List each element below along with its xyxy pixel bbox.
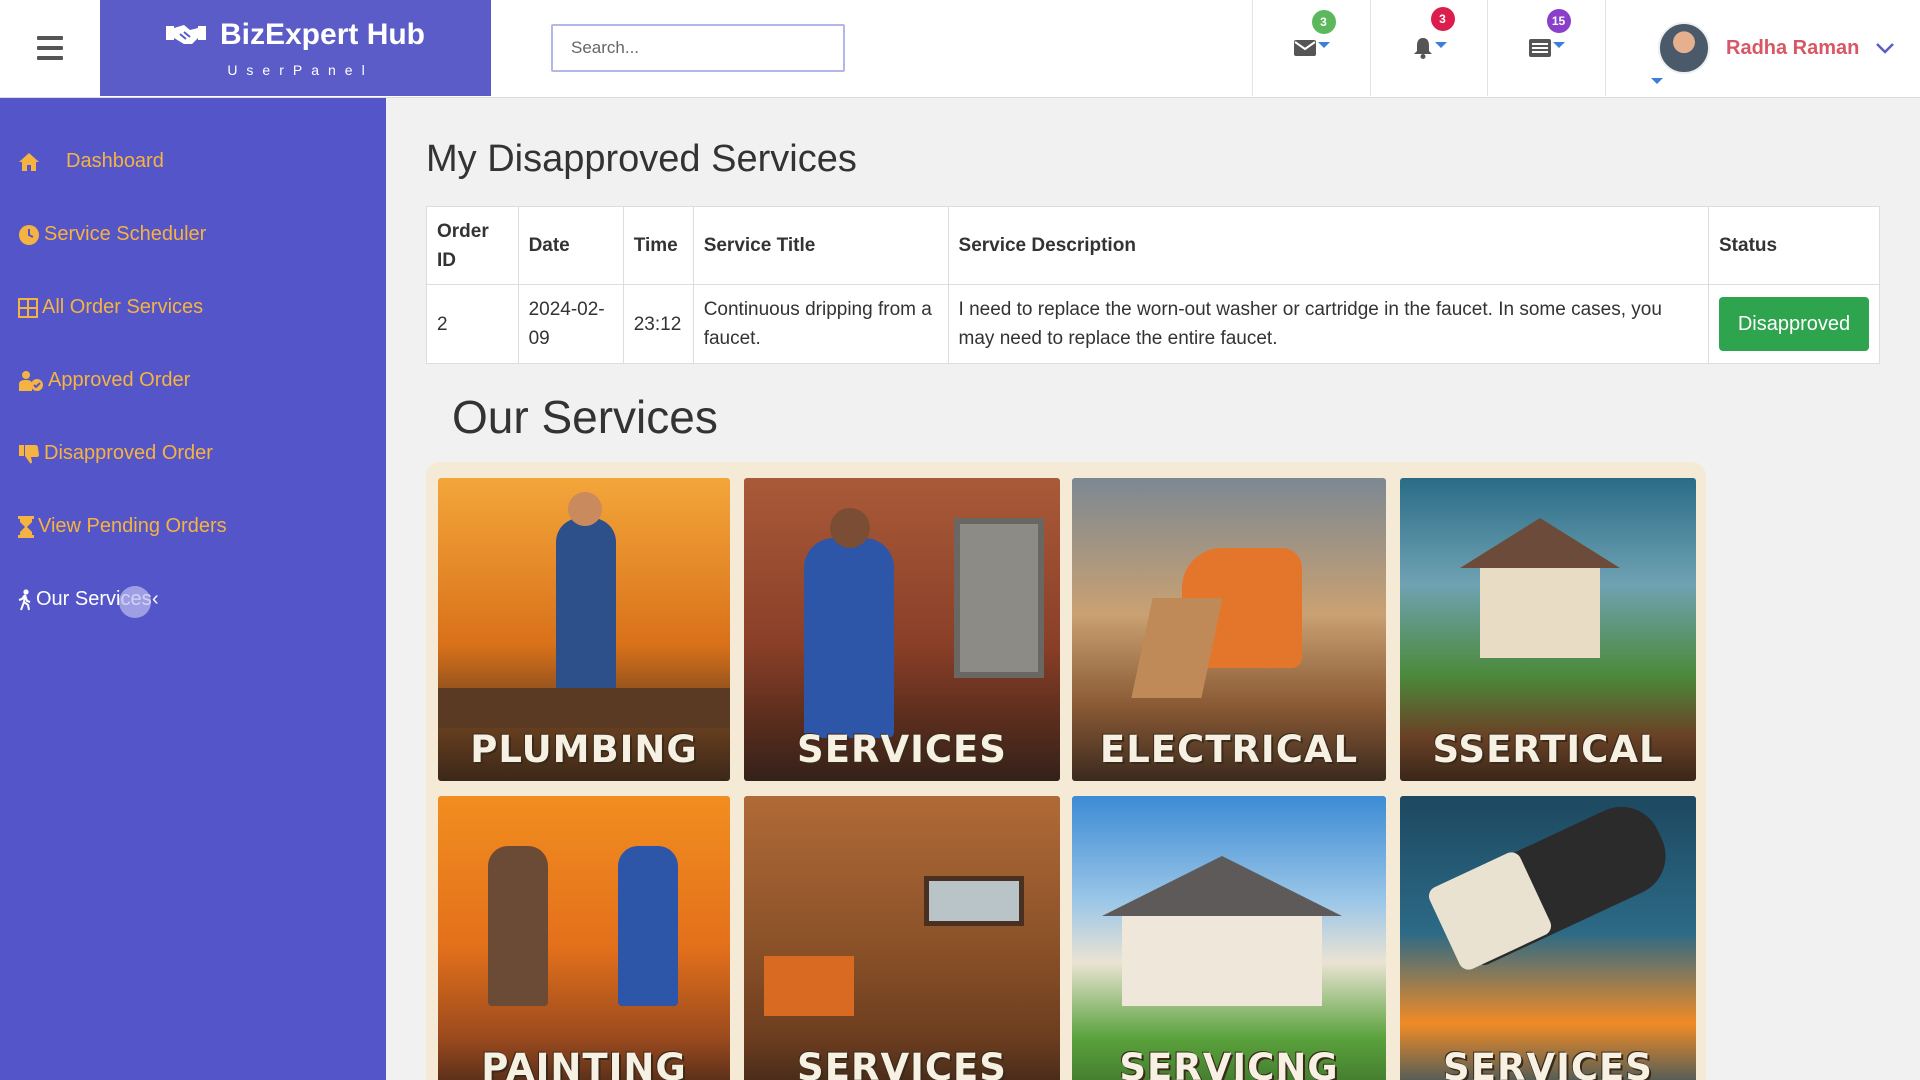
table-header-row: Order ID Date Time Service Title Service… [426, 206, 1880, 285]
service-tile-painting: PAINTING [438, 796, 730, 1080]
clock-icon [18, 224, 40, 246]
tile-label: SSERTICAL [1432, 728, 1664, 771]
search-input[interactable] [551, 24, 845, 72]
status-badge[interactable]: Disapproved [1719, 297, 1869, 351]
tile-label: SERVICES [797, 728, 1007, 771]
table-icon [18, 297, 38, 318]
hamburger-icon [37, 33, 63, 63]
sidebar-item-label: Disapproved Order [44, 442, 213, 464]
avatar [1658, 22, 1710, 74]
thumbs-down-icon [18, 444, 40, 464]
sidebar-item-label: Dashboard [66, 150, 164, 172]
sidebar-item-label: View Pending Orders [38, 515, 227, 537]
brand-logo[interactable]: BizExpert Hub UserPanel [100, 0, 491, 96]
brand-subtitle: UserPanel [227, 62, 374, 78]
service-tile-services-3: SERVICES [1400, 796, 1696, 1080]
tile-label: SERVICES [797, 1046, 1007, 1080]
notifications-badge: 3 [1430, 7, 1455, 31]
column-header: Service Title [692, 206, 949, 285]
order-id-cell: 2 [426, 284, 519, 364]
service-tile-servicng: SERVICNG [1072, 796, 1386, 1080]
home-icon [18, 152, 40, 172]
tile-label: PAINTING [481, 1046, 687, 1080]
column-header: Service Description [947, 206, 1710, 285]
tasks-badge: 15 [1546, 9, 1571, 33]
caret-down-icon [1651, 78, 1663, 84]
column-header: Time [622, 206, 694, 285]
service-tile-services: SERVICES [744, 478, 1060, 781]
messages-badge: 3 [1311, 10, 1336, 34]
caret-down-icon [1552, 42, 1565, 48]
sidebar-item-all-order-services[interactable]: All Order Services [18, 296, 203, 319]
chevron-left-icon[interactable]: ‹ [152, 588, 159, 611]
bell-icon [1413, 38, 1432, 59]
section-title: Our Services [452, 391, 718, 443]
brand-title: BizExpert Hub [219, 18, 426, 51]
sidebar-item-view-pending-orders[interactable]: View Pending Orders [18, 515, 227, 538]
disapproved-services-table: Order ID Date Time Service Title Service… [426, 206, 1880, 364]
user-profile-dropdown[interactable]: Radha Raman [1605, 0, 1920, 96]
service-tile-plumbing: PLUMBING [438, 478, 730, 781]
service-tile-ssertical: SSERTICAL [1400, 478, 1696, 781]
table-row: 2 2024-02-09 23:12 Continuous dripping f… [426, 284, 1880, 364]
hourglass-icon [18, 515, 34, 538]
walking-icon [18, 588, 32, 611]
tasks-dropdown[interactable]: 15 [1487, 0, 1605, 96]
sidebar-item-label: Service Scheduler [44, 223, 207, 245]
hamburger-menu-button[interactable] [0, 0, 100, 96]
messages-dropdown[interactable]: 3 [1252, 0, 1370, 96]
caret-down-icon [1434, 42, 1447, 48]
tile-label: SERVICNG [1119, 1046, 1339, 1080]
top-navbar: BizExpert Hub UserPanel 3 3 [0, 0, 1920, 98]
chevron-down-icon [1876, 43, 1895, 54]
notifications-dropdown[interactable]: 3 [1370, 0, 1488, 96]
service-title-cell: Continuous dripping from a faucet. [692, 284, 949, 364]
service-description-cell: I need to replace the worn-out washer or… [947, 284, 1710, 364]
sidebar: Dashboard Service Scheduler All Order Se… [0, 98, 386, 1080]
page-title: My Disapproved Services [426, 138, 857, 180]
sidebar-item-dashboard[interactable]: Dashboard [18, 150, 164, 173]
column-header: Status [1708, 206, 1880, 285]
status-cell: Disapproved [1708, 284, 1880, 364]
envelope-icon [1293, 40, 1316, 56]
sidebar-item-approved-order[interactable]: Approved Order [18, 369, 190, 392]
tile-label: ELECTRICAL [1099, 728, 1359, 771]
column-header: Order ID [426, 206, 519, 285]
user-name: Radha Raman [1726, 36, 1860, 59]
service-tile-services-2: SERVICES [744, 796, 1060, 1080]
time-cell: 23:12 [622, 284, 694, 364]
handshake-icon [165, 25, 206, 44]
mouse-cursor-indicator [119, 586, 151, 618]
user-check-icon [18, 370, 44, 392]
tile-label: SERVICES [1443, 1046, 1653, 1080]
sidebar-item-service-scheduler[interactable]: Service Scheduler [18, 223, 206, 246]
tile-label: PLUMBING [470, 728, 698, 771]
column-header: Date [517, 206, 624, 285]
sidebar-item-label: All Order Services [42, 296, 204, 318]
service-tile-electrical: ELECTRICAL [1072, 478, 1386, 781]
tasks-icon [1528, 39, 1551, 57]
date-cell: 2024-02-09 [517, 284, 624, 364]
sidebar-item-label: Approved Order [48, 369, 191, 391]
services-image: PLUMBING SERVICES ELECTRICAL SSERTICAL P… [426, 462, 1706, 1080]
sidebar-item-disapproved-order[interactable]: Disapproved Order [18, 442, 213, 465]
caret-down-icon [1317, 42, 1330, 48]
